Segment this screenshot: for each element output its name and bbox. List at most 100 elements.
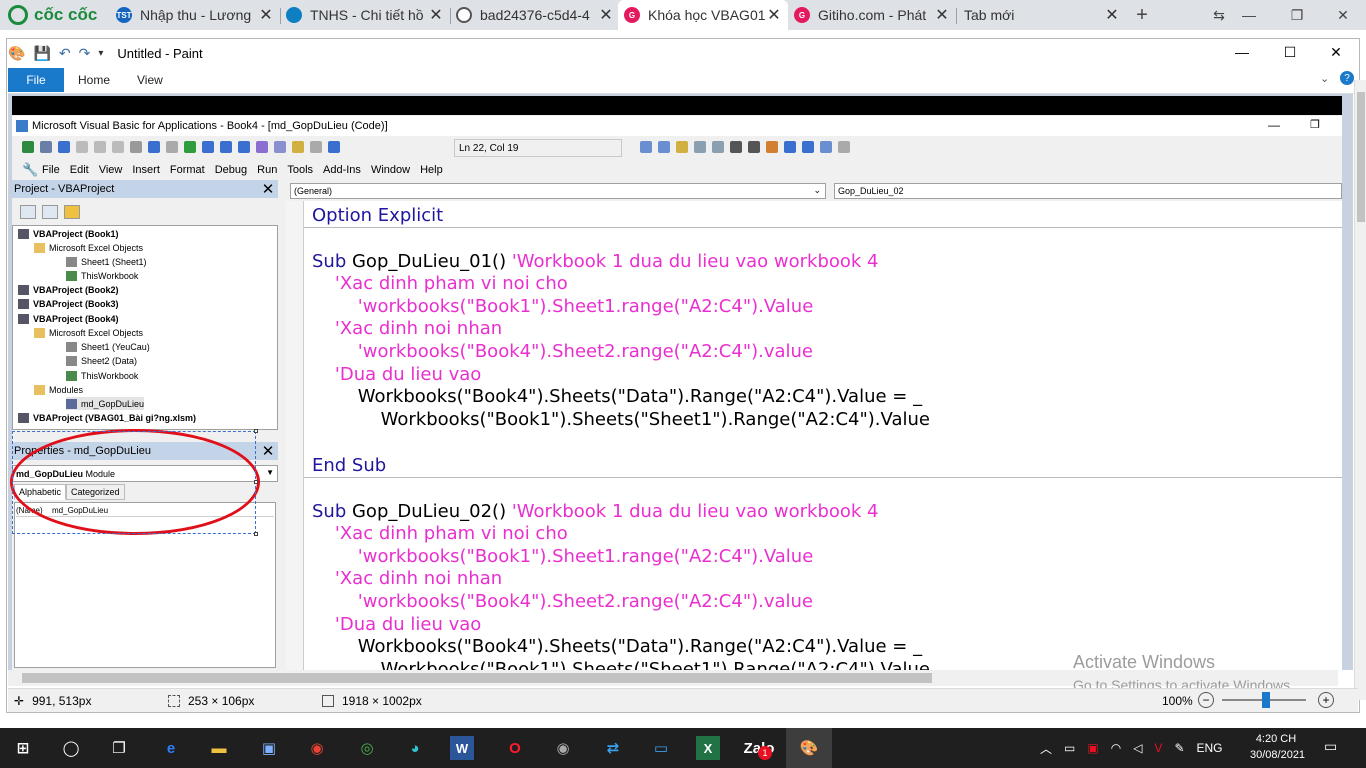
view-code-icon[interactable]: [20, 205, 36, 219]
menu-format[interactable]: Format: [170, 164, 205, 176]
menu-file[interactable]: File: [42, 164, 60, 176]
list-properties-icon[interactable]: [640, 141, 652, 153]
tree-node[interactable]: VBAProject (VBAG01_Bài gi?ng.xlsm): [18, 411, 196, 424]
save-icon[interactable]: 💾: [33, 45, 50, 62]
paste-icon[interactable]: [112, 141, 124, 153]
close-icon[interactable]: ✕: [1104, 5, 1120, 25]
vpn-icon[interactable]: V: [1154, 741, 1162, 755]
new-tab-button[interactable]: +: [1130, 0, 1154, 30]
selection-handle[interactable]: [254, 480, 258, 484]
excel-view-icon[interactable]: [22, 141, 34, 153]
chrome-icon[interactable]: ◉: [302, 733, 332, 763]
tab-view[interactable]: View: [137, 68, 163, 92]
search-icon[interactable]: ◯: [56, 733, 86, 763]
complete-word-icon[interactable]: [712, 141, 724, 153]
close-window-icon[interactable]: ✕: [1320, 0, 1366, 30]
break-icon[interactable]: [202, 141, 214, 153]
browser-tab-5[interactable]: G Gitiho.com - Phát ✕: [788, 0, 956, 30]
volume-icon[interactable]: ◁: [1133, 741, 1142, 755]
tree-node[interactable]: Sheet2 (Data): [66, 354, 137, 367]
opera-icon[interactable]: O: [500, 733, 530, 763]
help-icon[interactable]: ?: [1340, 71, 1354, 85]
file-tab[interactable]: File: [8, 68, 64, 92]
selection-rectangle[interactable]: [12, 431, 256, 534]
reset-icon[interactable]: [220, 141, 232, 153]
zoom-slider-thumb[interactable]: [1262, 692, 1270, 708]
browser-tab-4-active[interactable]: G Khóa học VBAG01 ✕: [618, 0, 788, 30]
paint-maximize-icon[interactable]: ☐: [1274, 40, 1306, 64]
close-icon[interactable]: ✕: [934, 5, 950, 25]
comment-block-icon[interactable]: [784, 141, 796, 153]
menu-add-ins[interactable]: Add-Ins: [323, 164, 361, 176]
menu-window[interactable]: Window: [371, 164, 410, 176]
toggle-folders-icon[interactable]: [64, 205, 80, 219]
edge-legacy-icon[interactable]: e: [156, 733, 186, 763]
chevron-down-icon[interactable]: ⌄: [813, 185, 821, 196]
redo-icon[interactable]: ↷: [79, 45, 91, 62]
close-icon[interactable]: ✕: [428, 5, 444, 25]
tab-home[interactable]: Home: [78, 68, 110, 92]
tree-node[interactable]: Sheet1 (YeuCau): [66, 340, 150, 353]
insert-module-icon[interactable]: [40, 141, 52, 153]
teamviewer-icon[interactable]: ⇄: [598, 733, 628, 763]
object-combo[interactable]: (General) ⌄: [290, 183, 826, 199]
tree-node-selected[interactable]: md_GopDuLieu: [66, 397, 145, 410]
restore-icon[interactable]: ❐: [1274, 0, 1320, 30]
close-icon[interactable]: ✕: [260, 181, 276, 198]
ribbon-collapse-icon[interactable]: ⌄: [1320, 72, 1329, 85]
action-center-icon[interactable]: ▭: [1324, 738, 1344, 758]
bookmark-icon[interactable]: [820, 141, 832, 153]
zoom-in-icon[interactable]: +: [1318, 692, 1334, 708]
language-indicator[interactable]: ENG: [1197, 741, 1223, 755]
tree-node[interactable]: Sheet1 (Sheet1): [66, 255, 147, 268]
menu-tools[interactable]: Tools: [287, 164, 313, 176]
tree-node[interactable]: Microsoft Excel Objects: [34, 326, 143, 339]
menu-run[interactable]: Run: [257, 164, 277, 176]
windows-start-icon[interactable]: ⊞: [8, 733, 38, 763]
scroll-thumb[interactable]: [1357, 92, 1365, 222]
vba-minimize-icon[interactable]: —: [1268, 118, 1280, 132]
selection-handle[interactable]: [254, 429, 258, 433]
paint-app-icon[interactable]: 🎨: [8, 45, 25, 62]
network-adapter-icon[interactable]: ▭: [1064, 741, 1075, 755]
tree-node[interactable]: ThisWorkbook: [66, 269, 138, 282]
parameter-info-icon[interactable]: [694, 141, 706, 153]
browser-tab-3[interactable]: bad24376-c5d4-4 ✕: [450, 0, 620, 30]
minimize-icon[interactable]: —: [1226, 0, 1272, 30]
menu-view[interactable]: View: [99, 164, 123, 176]
wifi-icon[interactable]: ◠: [1111, 741, 1121, 755]
paint-minimize-icon[interactable]: —: [1226, 40, 1258, 64]
menu-edit[interactable]: Edit: [70, 164, 89, 176]
tree-node[interactable]: ThisWorkbook: [66, 369, 138, 382]
tree-node[interactable]: VBAProject (Book1): [18, 227, 119, 240]
save-icon[interactable]: [58, 141, 70, 153]
run-icon[interactable]: [184, 141, 196, 153]
copy-icon[interactable]: [94, 141, 106, 153]
menu-insert[interactable]: Insert: [132, 164, 160, 176]
edge-icon[interactable]: ◕: [400, 733, 430, 763]
paint-taskbar-icon[interactable]: 🎨: [786, 728, 832, 768]
antivirus-icon[interactable]: ▣: [1087, 741, 1098, 755]
browser-tab-6[interactable]: Tab mới ✕: [958, 0, 1126, 30]
vba-restore-icon[interactable]: ❐: [1310, 118, 1320, 131]
store-icon[interactable]: ▣: [254, 733, 284, 763]
tree-node[interactable]: VBAProject (Book3): [18, 297, 119, 310]
taskbar-clock[interactable]: 4:20 CH 30/08/2021: [1250, 731, 1305, 765]
browser-tab-1[interactable]: TST Nhập thu - Lương ✕: [110, 0, 280, 30]
help-icon[interactable]: [328, 141, 340, 153]
scroll-thumb[interactable]: [22, 673, 932, 683]
uncomment-block-icon[interactable]: [802, 141, 814, 153]
outdent-icon[interactable]: [748, 141, 760, 153]
customize-qat-icon[interactable]: ▾: [98, 48, 103, 59]
tree-node[interactable]: Microsoft Excel Objects: [34, 241, 143, 254]
cut-icon[interactable]: [76, 141, 88, 153]
remote-desktop-icon[interactable]: ▭: [646, 733, 676, 763]
properties-icon[interactable]: [274, 141, 286, 153]
quick-info-icon[interactable]: [676, 141, 688, 153]
find-icon[interactable]: [130, 141, 142, 153]
tree-node[interactable]: VBAProject (Book2): [18, 283, 119, 296]
coccoc-icon[interactable]: ◎: [352, 733, 382, 763]
paint-vertical-scrollbar[interactable]: [1354, 80, 1366, 700]
toggle-breakpoint-icon[interactable]: [766, 141, 778, 153]
design-mode-icon[interactable]: [238, 141, 250, 153]
